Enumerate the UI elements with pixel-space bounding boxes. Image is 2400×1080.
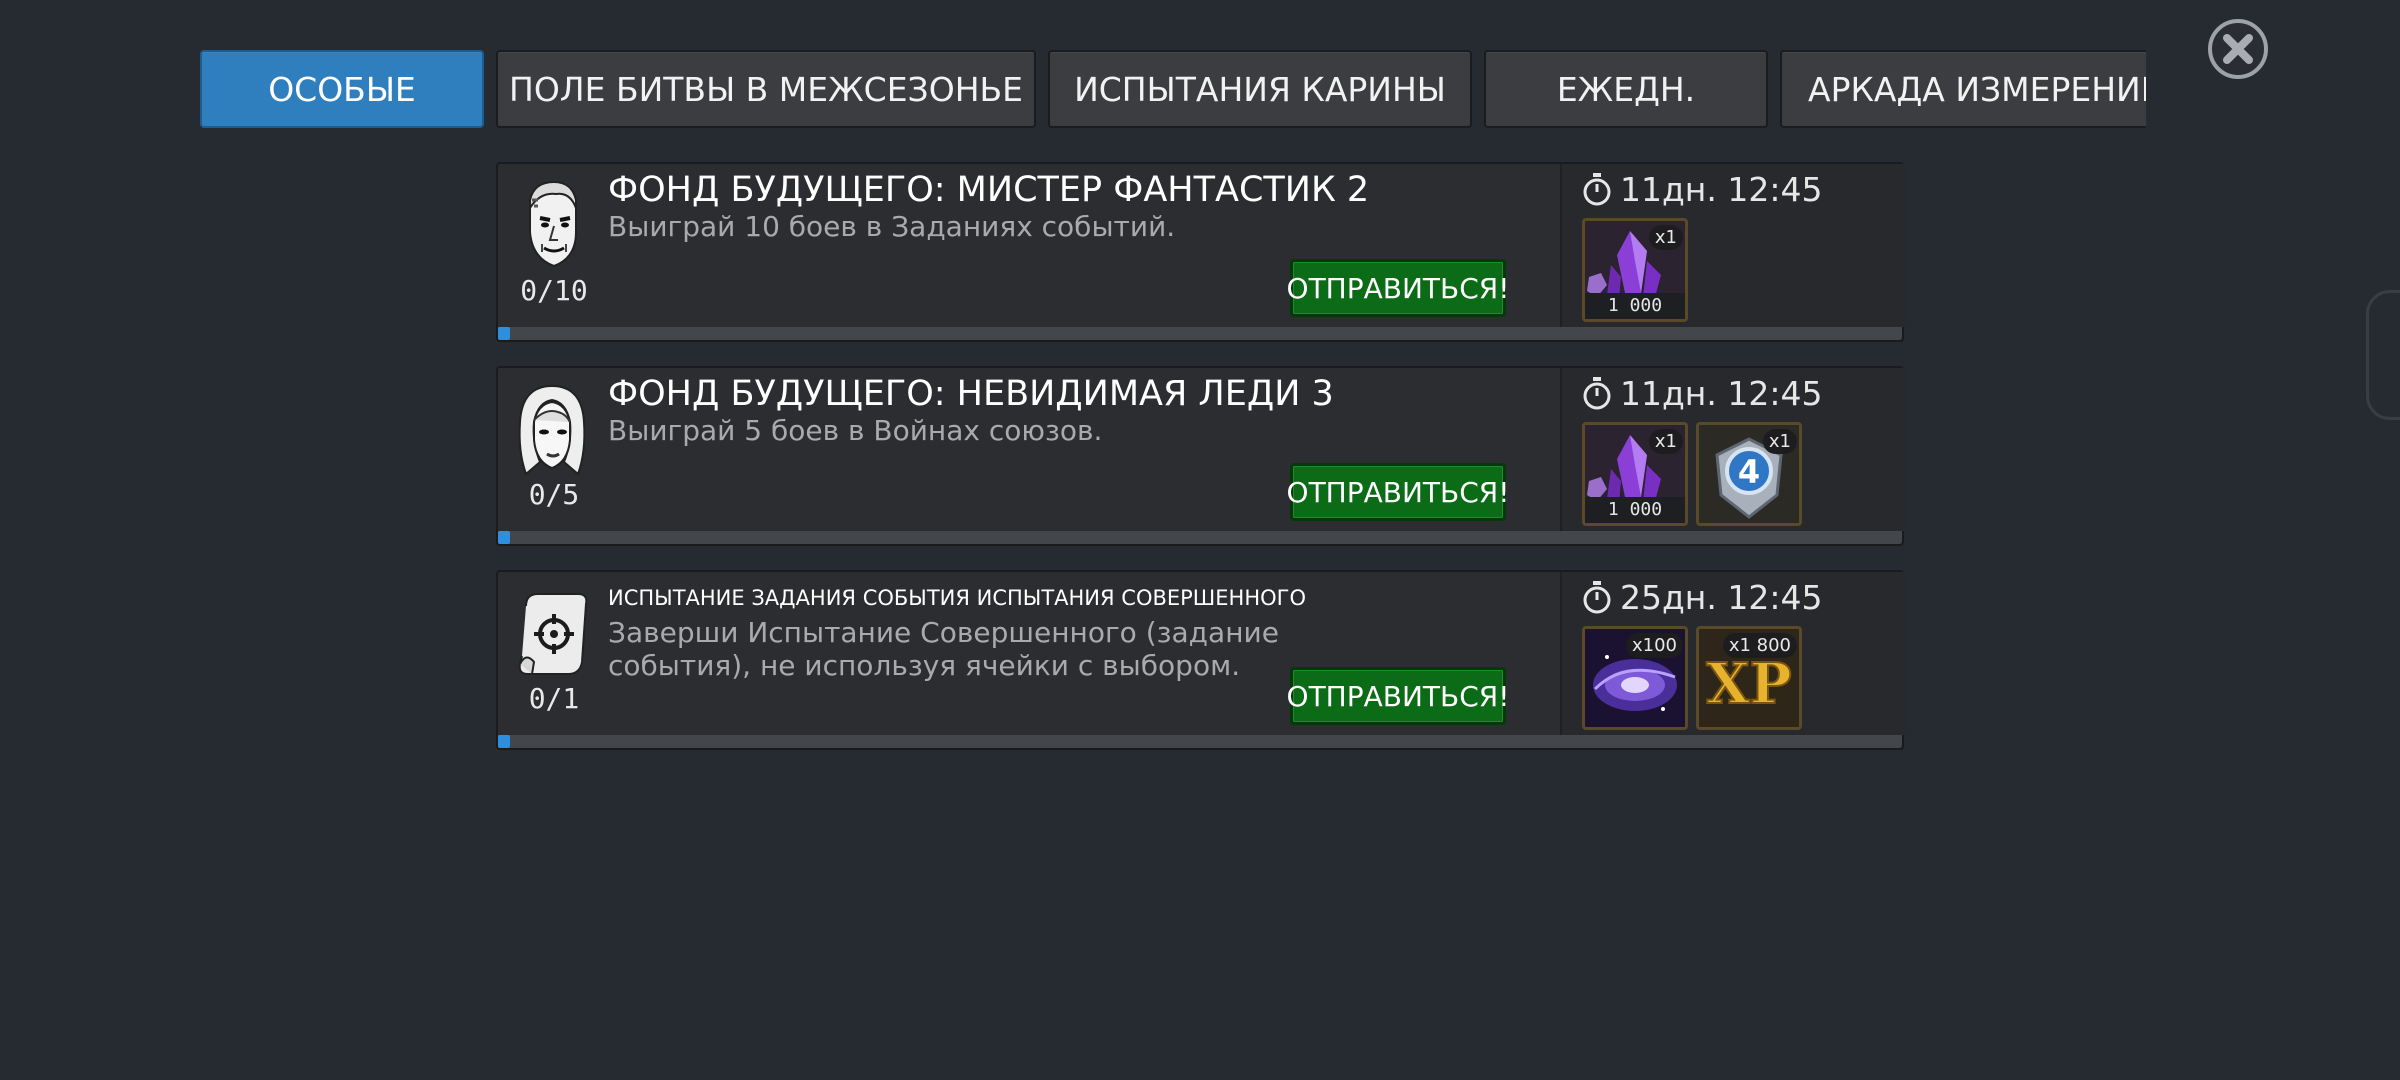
quest-progress: 0/1 — [528, 682, 580, 715]
progress-bar — [498, 735, 1902, 748]
reward-amount: 1 000 — [1585, 497, 1685, 523]
timer-text: 25дн. 12:45 — [1620, 578, 1823, 617]
reward-quantity: x1 — [1762, 429, 1797, 454]
go-button[interactable]: ОТПРАВИТЬСЯ! — [1287, 259, 1509, 317]
quest-title: ФОНД БУДУЩЕГО: МИСТЕР ФАНТАСТИК 2 — [608, 170, 1370, 210]
quest-card: 0/1 ИСПЫТАНИЕ ЗАДАНИЯ СОБЫТИЯ ИСПЫТАНИЯ … — [496, 570, 1906, 750]
timer-text: 11дн. 12:45 — [1620, 374, 1823, 413]
reward-amount: 1 000 — [1585, 293, 1685, 319]
reward-item[interactable]: x1 1 000 — [1582, 422, 1688, 526]
timer-text: 11дн. 12:45 — [1620, 170, 1823, 209]
reward-item[interactable]: x100 — [1582, 626, 1688, 730]
svg-text:4: 4 — [1738, 453, 1760, 491]
tab-special[interactable]: ОСОБЫЕ — [200, 50, 484, 128]
progress-bar-fill — [498, 735, 510, 748]
progress-bar-fill — [498, 327, 510, 340]
quest-card: 0/5 ФОНД БУДУЩЕГО: НЕВИДИМАЯ ЛЕДИ 3 Выиг… — [496, 366, 1906, 546]
close-button[interactable] — [2208, 19, 2268, 79]
quest-timer: 11дн. 12:45 — [1582, 374, 1822, 413]
reward-panel: 25дн. 12:45 x100 XP x1 800 — [1560, 572, 1906, 735]
stopwatch-icon — [1583, 172, 1611, 205]
reward-item[interactable]: XP x1 800 — [1696, 626, 1802, 730]
tab-offseason-battlefield[interactable]: ПОЛЕ БИТВЫ В МЕЖСЕЗОНЬЕ — [496, 50, 1036, 128]
side-drawer-handle[interactable] — [2366, 290, 2400, 420]
progress-bar — [498, 327, 1902, 340]
category-tabs: ОСОБЫЕ ПОЛЕ БИТВЫ В МЕЖСЕЗОНЬЕ ИСПЫТАНИЯ… — [200, 50, 2146, 128]
reward-item[interactable]: x1 1 000 — [1582, 218, 1688, 322]
tab-karina-trials[interactable]: ИСПЫТАНИЯ КАРИНЫ — [1048, 50, 1472, 128]
quest-progress: 0/5 — [528, 478, 580, 511]
reward-quantity: x1 — [1648, 225, 1683, 250]
quest-title: ФОНД БУДУЩЕГО: НЕВИДИМАЯ ЛЕДИ 3 — [608, 374, 1334, 414]
reward-panel: 11дн. 12:45 x1 1 000 4 x1 — [1560, 368, 1906, 531]
quest-description: Заверши Испытание Совершенного (задание … — [608, 616, 1279, 682]
invisible-woman-face-icon — [512, 382, 592, 477]
quest-timer: 25дн. 12:45 — [1582, 578, 1822, 617]
go-button[interactable]: ОТПРАВИТЬСЯ! — [1287, 463, 1509, 521]
reward-panel: 11дн. 12:45 x1 1 000 — [1560, 164, 1906, 327]
quest-progress: 0/10 — [520, 274, 588, 307]
scroll-target-icon — [512, 586, 592, 681]
quest-description: Выиграй 10 боев в Заданиях событий. — [608, 210, 1176, 243]
quest-card: 0/10 ФОНД БУДУЩЕГО: МИСТЕР ФАНТАСТИК 2 В… — [496, 162, 1906, 342]
svg-text:XP: XP — [1706, 651, 1792, 717]
reward-item[interactable]: 4 x1 — [1696, 422, 1802, 526]
stopwatch-icon — [1583, 376, 1611, 409]
reward-quantity: x1 800 — [1722, 633, 1797, 658]
tab-daily[interactable]: ЕЖЕДН. — [1484, 50, 1768, 128]
reward-quantity: x1 — [1648, 429, 1683, 454]
mister-fantastic-face-icon — [512, 178, 592, 273]
progress-bar-fill — [498, 531, 510, 544]
go-button[interactable]: ОТПРАВИТЬСЯ! — [1287, 667, 1509, 725]
stopwatch-icon — [1583, 580, 1611, 613]
reward-quantity: x100 — [1625, 633, 1683, 658]
quest-description: Выиграй 5 боев в Войнах союзов. — [608, 414, 1103, 447]
quest-timer: 11дн. 12:45 — [1582, 170, 1822, 209]
quest-title: ИСПЫТАНИЕ ЗАДАНИЯ СОБЫТИЯ ИСПЫТАНИЯ СОВЕ… — [608, 586, 1306, 610]
progress-bar — [498, 531, 1902, 544]
tab-dimension-arcade[interactable]: АРКАДА ИЗМЕРЕНИЙ — [1780, 50, 2146, 128]
close-icon — [2223, 34, 2253, 64]
